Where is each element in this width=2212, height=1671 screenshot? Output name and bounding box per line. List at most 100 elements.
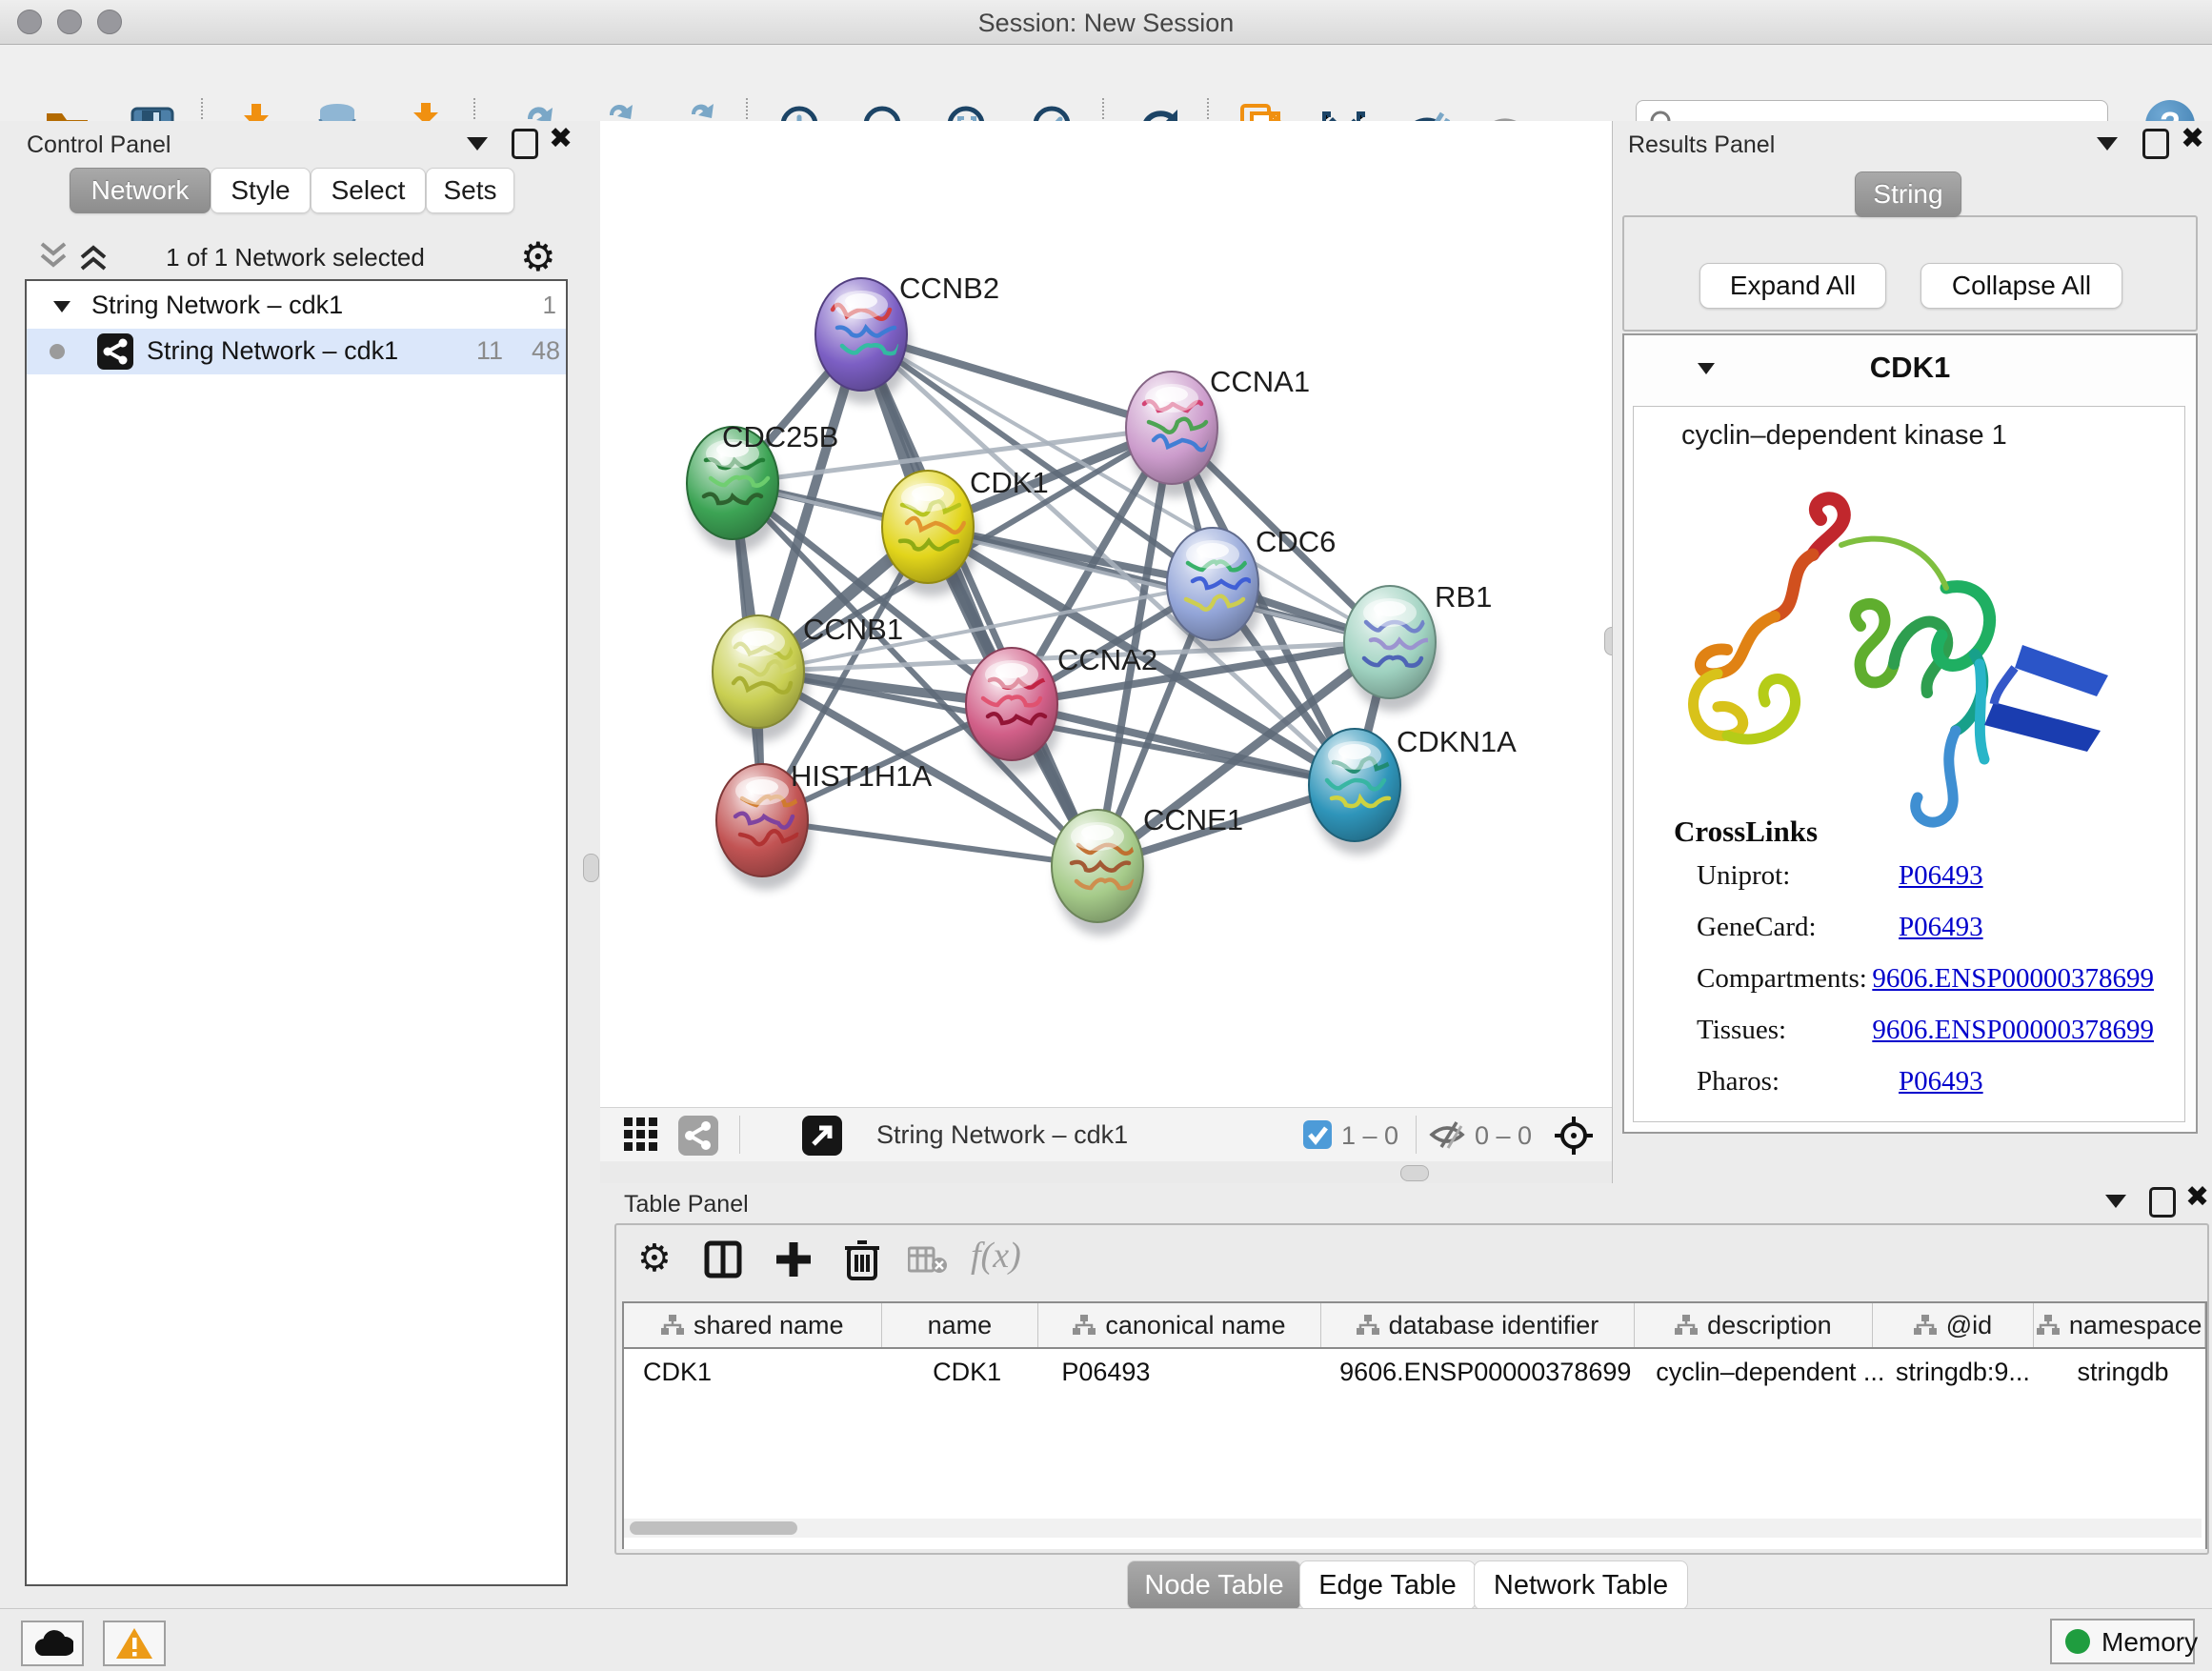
protein-structure-image <box>1660 464 2156 845</box>
control-panel: Control Panel ✖ Network Style Select Set… <box>0 121 601 1608</box>
crosslink-value-link[interactable]: P06493 <box>1899 860 1983 912</box>
table-panel-float-icon[interactable] <box>2149 1187 2176 1218</box>
table-column-header[interactable]: canonical name <box>1038 1303 1320 1347</box>
main-toolbar: ? <box>0 45 2212 122</box>
crosslink-value-link[interactable]: P06493 <box>1899 912 1983 963</box>
network-canvas[interactable]: CCNB2 CCNA1 CDC25B CDK1 <box>600 121 1612 1107</box>
crosslink-value-link[interactable]: P06493 <box>1899 1066 1983 1117</box>
tab-string[interactable]: String <box>1855 171 1961 217</box>
cloud-icon <box>31 1629 73 1658</box>
table-cell[interactable]: CDK1 <box>624 1349 892 1395</box>
collection-count: 1 <box>522 291 556 320</box>
delete-table-icon <box>908 1246 948 1275</box>
tab-node-table[interactable]: Node Table <box>1127 1560 1301 1610</box>
birds-eye-grid-icon[interactable] <box>624 1117 662 1154</box>
network-node-HIST1H1A[interactable]: HIST1H1A <box>716 759 932 890</box>
table-panel-close-icon[interactable]: ✖ <box>2185 1185 2209 1210</box>
table-hscrollbar[interactable] <box>624 1519 2202 1538</box>
table-column-header[interactable]: description <box>1635 1303 1873 1347</box>
table-column-header[interactable]: shared name <box>624 1303 882 1347</box>
network-row-selected[interactable]: String Network – cdk1 11 48 <box>27 329 566 374</box>
network-node-CCNA2[interactable]: CCNA2 <box>966 643 1157 774</box>
show-columns-icon[interactable] <box>704 1240 742 1278</box>
collection-label: String Network – cdk1 <box>91 291 343 320</box>
memory-button[interactable]: Memory <box>2050 1619 2195 1664</box>
tab-style[interactable]: Style <box>211 168 311 213</box>
table-cell[interactable]: stringdb <box>2041 1349 2205 1395</box>
results-panel-float-icon[interactable] <box>2142 129 2169 159</box>
table-settings-gear-icon[interactable]: ⚙ <box>637 1237 672 1280</box>
table-column-header[interactable]: @id <box>1873 1303 2035 1347</box>
delete-column-trash-icon[interactable] <box>843 1238 881 1280</box>
column-header-label: database identifier <box>1389 1311 1599 1340</box>
attribute-table: shared name namecanonical name database id… <box>622 1301 2207 1549</box>
network-node-CDK1[interactable]: CDK1 <box>882 466 1049 596</box>
memory-label: Memory <box>2101 1627 2198 1658</box>
warnings-button[interactable] <box>103 1621 166 1666</box>
protein-name: CDK1 <box>1624 351 2196 385</box>
viewbar-separator <box>739 1116 740 1154</box>
viewbar-separator <box>1416 1116 1417 1154</box>
tab-network[interactable]: Network <box>70 168 211 213</box>
control-panel-close-icon[interactable]: ✖ <box>549 127 573 151</box>
tab-edge-table[interactable]: Edge Table <box>1299 1560 1476 1610</box>
table-cell[interactable]: cyclin–dependent ... <box>1637 1349 1885 1395</box>
crosslink-row: GeneCard:P06493 <box>1697 912 2154 963</box>
network-edge[interactable] <box>762 820 1097 866</box>
control-panel-float-icon[interactable] <box>512 129 538 159</box>
table-cell[interactable]: CDK1 <box>892 1349 1042 1395</box>
node-label-CCNA1: CCNA1 <box>1210 365 1310 398</box>
table-column-header[interactable]: database identifier <box>1321 1303 1635 1347</box>
crosslinks-title: CrossLinks <box>1674 815 1818 849</box>
crosslink-value-link[interactable]: 9606.ENSP00000378699 <box>1872 963 2154 1015</box>
results-panel-menu-icon[interactable] <box>2097 137 2118 151</box>
expand-all-chevron-icon[interactable] <box>76 240 111 272</box>
fit-selected-crosshair-icon[interactable] <box>1553 1115 1595 1157</box>
crosslink-value-link[interactable]: 9606.ENSP00000378699 <box>1872 1015 2154 1066</box>
column-header-label: shared name <box>694 1311 844 1340</box>
table-cell[interactable]: stringdb:9... <box>1885 1349 2041 1395</box>
network-node-RB1[interactable]: RB1 <box>1344 580 1492 712</box>
network-type-share-icon <box>97 333 133 370</box>
expand-all-button[interactable]: Expand All <box>1699 263 1886 309</box>
crosslink-label: Pharos: <box>1697 1066 1899 1117</box>
network-node-CDKN1A[interactable]: CDKN1A <box>1309 725 1517 855</box>
tab-network-table[interactable]: Network Table <box>1474 1560 1688 1610</box>
crosslinks-list: Uniprot:P06493GeneCard:P06493Compartment… <box>1697 860 2154 1117</box>
memory-status-dot-icon <box>2065 1629 2090 1654</box>
table-cell[interactable]: P06493 <box>1042 1349 1334 1395</box>
table-hscrollbar-thumb[interactable] <box>630 1521 797 1535</box>
table-column-header[interactable]: name <box>882 1303 1039 1347</box>
left-splitter-handle[interactable] <box>583 854 599 882</box>
collection-expand-icon[interactable] <box>51 298 72 315</box>
tab-sets[interactable]: Sets <box>426 168 514 213</box>
table-panel-menu-icon[interactable] <box>2105 1195 2126 1208</box>
collapse-all-chevron-icon[interactable] <box>36 240 70 272</box>
network-graph[interactable]: CCNB2 CCNA1 CDC25B CDK1 <box>600 121 1612 1107</box>
table-body: CDK1CDK1P064939606.ENSP00000378699cyclin… <box>624 1349 2205 1395</box>
hidden-count: 0 – 0 <box>1475 1121 1532 1151</box>
table-row[interactable]: CDK1CDK1P064939606.ENSP00000378699cyclin… <box>624 1349 2205 1395</box>
control-panel-menu-icon[interactable] <box>467 137 488 151</box>
selected-checkbox-icon[interactable] <box>1303 1120 1332 1149</box>
table-cell[interactable]: 9606.ENSP00000378699 <box>1334 1349 1637 1395</box>
bottom-splitter-handle[interactable] <box>1400 1165 1429 1181</box>
network-node-CCNE1[interactable]: CCNE1 <box>1052 803 1243 936</box>
results-panel-close-icon[interactable]: ✖ <box>2181 127 2204 151</box>
column-type-icon <box>661 1315 684 1336</box>
network-share-icon[interactable] <box>678 1116 718 1156</box>
tab-select[interactable]: Select <box>311 168 426 213</box>
table-panel-title: Table Panel <box>624 1191 749 1218</box>
cloud-button[interactable] <box>21 1621 84 1666</box>
horizontal-splitter[interactable] <box>600 1161 1612 1183</box>
open-in-window-icon[interactable] <box>802 1116 842 1156</box>
network-edge-count: 48 <box>514 336 560 366</box>
table-column-header[interactable]: namespace <box>2034 1303 2205 1347</box>
control-panel-gear-icon[interactable]: ⚙ <box>520 233 556 280</box>
network-collection-row[interactable]: String Network – cdk1 1 <box>27 285 566 329</box>
collapse-all-button[interactable]: Collapse All <box>1920 263 2122 309</box>
network-node-CCNB2[interactable]: CCNB2 <box>815 272 999 404</box>
title-bar: Session: New Session <box>0 0 2212 45</box>
network-label: String Network – cdk1 <box>147 336 398 366</box>
create-column-plus-icon[interactable] <box>773 1238 814 1280</box>
